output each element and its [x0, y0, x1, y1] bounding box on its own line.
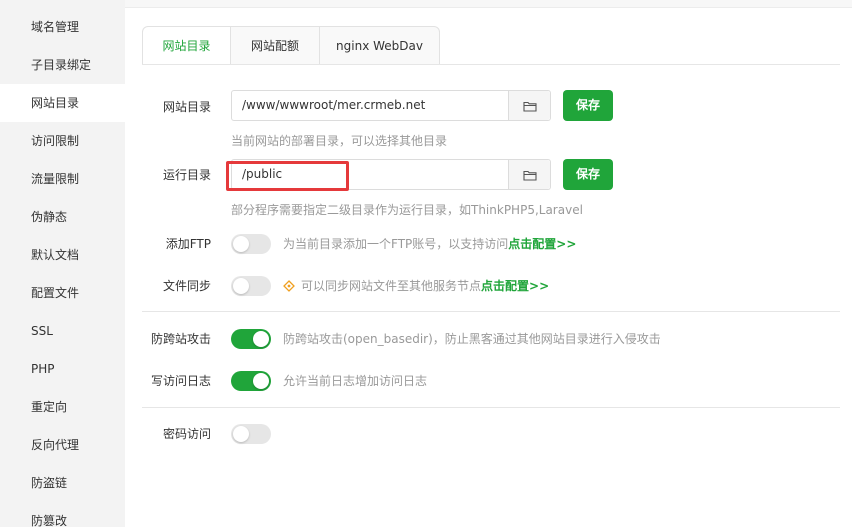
anti-xss-hint: 防跨站攻击(open_basedir)，防止黑客通过其他网站目录进行入侵攻击 — [283, 332, 661, 346]
run-dir-highlight-box — [226, 161, 349, 191]
section-divider — [142, 311, 840, 312]
sidebar: 域名管理 子目录绑定 网站目录 访问限制 流量限制 伪静态 默认文档 配置文件 … — [0, 0, 125, 527]
sidebar-item-traffic-limit[interactable]: 流量限制 — [0, 160, 125, 198]
sync-toggle[interactable] — [231, 276, 271, 296]
password-access-label: 密码访问 — [162, 427, 211, 441]
access-log-hint: 允许当前日志增加访问日志 — [283, 374, 428, 388]
ftp-config-link[interactable]: 点击配置>> — [508, 237, 576, 251]
sidebar-item-site-directory[interactable]: 网站目录 — [0, 84, 125, 122]
toggle-knob — [233, 278, 249, 294]
site-dir-browse-button[interactable] — [508, 91, 550, 120]
run-dir-browse-button[interactable] — [508, 160, 550, 189]
toggle-knob — [253, 373, 269, 389]
ftp-label: 添加FTP — [165, 237, 211, 251]
site-dir-input-group — [231, 90, 551, 121]
sync-label: 文件同步 — [162, 279, 211, 293]
sidebar-item-subdir-binding[interactable]: 子目录绑定 — [0, 46, 125, 84]
sidebar-item-default-document[interactable]: 默认文档 — [0, 236, 125, 274]
tab-site-directory[interactable]: 网站目录 — [142, 26, 231, 65]
sidebar-item-ssl[interactable]: SSL — [0, 312, 125, 350]
site-dir-label: 网站目录 — [162, 100, 211, 114]
password-access-toggle[interactable] — [231, 424, 271, 444]
ftp-hint: 为当前目录添加一个FTP账号，以支持访问点击配置>> — [283, 235, 576, 252]
sync-config-link[interactable]: 点击配置>> — [481, 279, 549, 293]
top-bar — [0, 0, 852, 8]
toggle-knob — [233, 236, 249, 252]
sidebar-item-rewrite[interactable]: 伪静态 — [0, 198, 125, 236]
sidebar-item-reverse-proxy[interactable]: 反向代理 — [0, 426, 125, 464]
toggle-knob — [253, 331, 269, 347]
run-dir-label: 运行目录 — [162, 168, 211, 182]
run-dir-save-button[interactable]: 保存 — [563, 159, 613, 190]
anti-xss-label: 防跨站攻击 — [150, 332, 211, 346]
folder-icon — [522, 101, 537, 112]
tab-nginx-webdav[interactable]: nginx WebDav — [320, 26, 440, 65]
sync-hint-text: 可以同步网站文件至其他服务节点 — [301, 279, 482, 293]
ftp-hint-text: 为当前目录添加一个FTP账号，以支持访问 — [283, 237, 509, 251]
warning-diamond-icon — [283, 280, 295, 292]
tab-site-quota[interactable]: 网站配额 — [231, 26, 320, 65]
sidebar-item-redirect[interactable]: 重定向 — [0, 388, 125, 426]
sidebar-item-php[interactable]: PHP — [0, 350, 125, 388]
toggle-knob — [233, 426, 249, 442]
sidebar-item-domain[interactable]: 域名管理 — [0, 8, 125, 46]
sidebar-item-config-file[interactable]: 配置文件 — [0, 274, 125, 312]
sync-hint: 可以同步网站文件至其他服务节点点击配置>> — [283, 277, 549, 294]
site-dir-input[interactable] — [232, 91, 508, 120]
ftp-toggle[interactable] — [231, 234, 271, 254]
run-dir-hint: 部分程序需要指定二级目录作为运行目录，如ThinkPHP5,Laravel — [231, 203, 583, 217]
anti-xss-toggle[interactable] — [231, 329, 271, 349]
access-log-toggle[interactable] — [231, 371, 271, 391]
site-dir-save-button[interactable]: 保存 — [563, 90, 613, 121]
tab-divider — [142, 64, 840, 65]
sidebar-item-hotlink-protection[interactable]: 防盗链 — [0, 464, 125, 502]
site-dir-hint: 当前网站的部署目录，可以选择其他目录 — [231, 134, 448, 148]
section-divider — [142, 407, 840, 408]
access-log-label: 写访问日志 — [150, 374, 211, 388]
sidebar-item-tamper-protection[interactable]: 防篡改 — [0, 502, 125, 527]
sidebar-item-access-limit[interactable]: 访问限制 — [0, 122, 125, 160]
tab-bar: 网站目录 网站配额 nginx WebDav — [142, 26, 440, 65]
folder-icon — [522, 170, 537, 181]
